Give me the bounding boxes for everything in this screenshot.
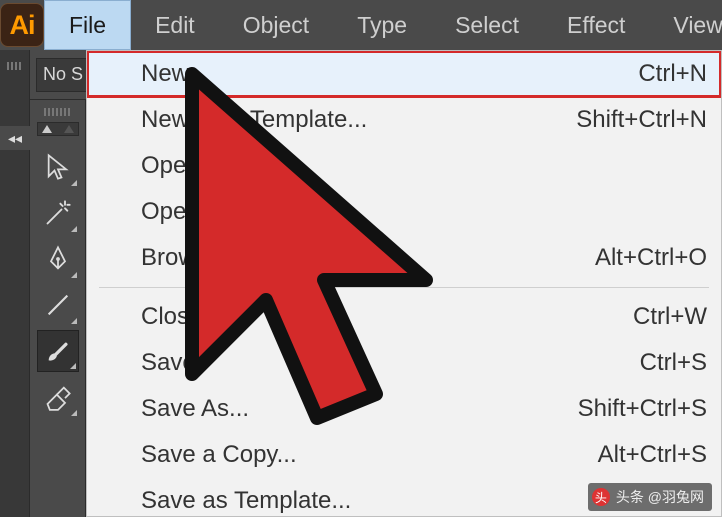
menubar-items: File Edit Object Type Select Effect View…	[44, 0, 722, 50]
tools-column-toggle[interactable]	[37, 122, 79, 136]
selection-mode-dropdown[interactable]: No S	[36, 58, 90, 92]
tools-panel	[30, 100, 86, 517]
tool-flyout-icon	[71, 272, 77, 278]
file-menu-dropdown: New... Ctrl+N New from Template... Shift…	[86, 50, 722, 517]
menu-object[interactable]: Object	[219, 0, 333, 50]
tool-flyout-icon	[71, 318, 77, 324]
menu-item-label: New...	[141, 60, 208, 88]
menu-item-shortcut: Ctrl+N	[638, 60, 707, 88]
menu-item-label: Browse in Bridge...	[141, 244, 342, 272]
menubar: Ai File Edit Object Type Select Effect V…	[0, 0, 722, 50]
menu-select[interactable]: Select	[431, 0, 543, 50]
menu-item-label: Save as Template...	[141, 487, 351, 515]
pen-icon	[44, 245, 72, 273]
selection-tool[interactable]	[37, 146, 79, 188]
paintbrush-icon	[44, 337, 72, 365]
menu-item-shortcut: Alt+Ctrl+O	[595, 244, 707, 272]
menu-item-browse-in-bridge[interactable]: Browse in Bridge... Alt+Ctrl+O	[87, 235, 721, 281]
menu-file[interactable]: File	[44, 0, 131, 50]
line-tool[interactable]	[37, 284, 79, 326]
eraser-icon	[44, 383, 72, 411]
collapse-panels-button[interactable]: ◂◂	[0, 126, 30, 150]
menu-item-shortcut: Ctrl+S	[640, 349, 707, 377]
menu-item-label: Open Recent	[141, 198, 282, 226]
menu-item-label: Open...	[141, 152, 220, 180]
menu-edit[interactable]: Edit	[131, 0, 219, 50]
menu-view[interactable]: View	[649, 0, 722, 50]
app-badge: Ai	[0, 0, 44, 50]
paintbrush-tool[interactable]	[37, 330, 79, 372]
menu-item-new-from-template[interactable]: New from Template... Shift+Ctrl+N	[87, 97, 721, 143]
watermark: 头 头条 @羽兔网	[588, 483, 712, 511]
menu-separator	[99, 287, 709, 288]
watermark-icon: 头	[592, 488, 610, 506]
menu-item-save-as[interactable]: Save As... Shift+Ctrl+S	[87, 386, 721, 432]
magic-wand-icon	[44, 199, 72, 227]
pen-tool[interactable]	[37, 238, 79, 280]
menu-item-shortcut: Shift+Ctrl+S	[578, 395, 707, 423]
app-badge-text: Ai	[0, 3, 44, 47]
panel-grip-icon[interactable]	[7, 62, 23, 70]
watermark-text: 头条 @羽兔网	[616, 487, 704, 507]
menu-item-label: Save a Copy...	[141, 441, 297, 469]
control-strip: ◂◂	[0, 50, 30, 517]
menu-item-shortcut: Ctrl+W	[633, 303, 707, 331]
menu-item-save[interactable]: Save Ctrl+S	[87, 340, 721, 386]
menu-item-label: New from Template...	[141, 106, 367, 134]
menu-item-shortcut: Shift+Ctrl+N	[576, 106, 707, 134]
menu-item-label: Save	[141, 349, 196, 377]
menu-item-open-recent[interactable]: Open Recent	[87, 189, 721, 235]
menu-type[interactable]: Type	[333, 0, 431, 50]
tool-flyout-icon	[71, 180, 77, 186]
menu-item-open[interactable]: Open...	[87, 143, 721, 189]
menu-item-label: Close	[141, 303, 202, 331]
menu-item-new[interactable]: New... Ctrl+N	[87, 51, 721, 97]
eraser-tool[interactable]	[37, 376, 79, 418]
menu-item-label: Save As...	[141, 395, 249, 423]
tool-flyout-icon	[71, 410, 77, 416]
menu-item-shortcut: Alt+Ctrl+S	[598, 441, 707, 469]
magic-wand-tool[interactable]	[37, 192, 79, 234]
menu-item-save-a-copy[interactable]: Save a Copy... Alt+Ctrl+S	[87, 432, 721, 478]
cursor-icon	[44, 153, 72, 181]
tool-flyout-icon	[71, 226, 77, 232]
line-icon	[44, 291, 72, 319]
menu-effect[interactable]: Effect	[543, 0, 649, 50]
menu-item-close[interactable]: Close Ctrl+W	[87, 294, 721, 340]
tools-grip-icon[interactable]	[44, 108, 72, 116]
tool-flyout-icon	[70, 363, 76, 369]
